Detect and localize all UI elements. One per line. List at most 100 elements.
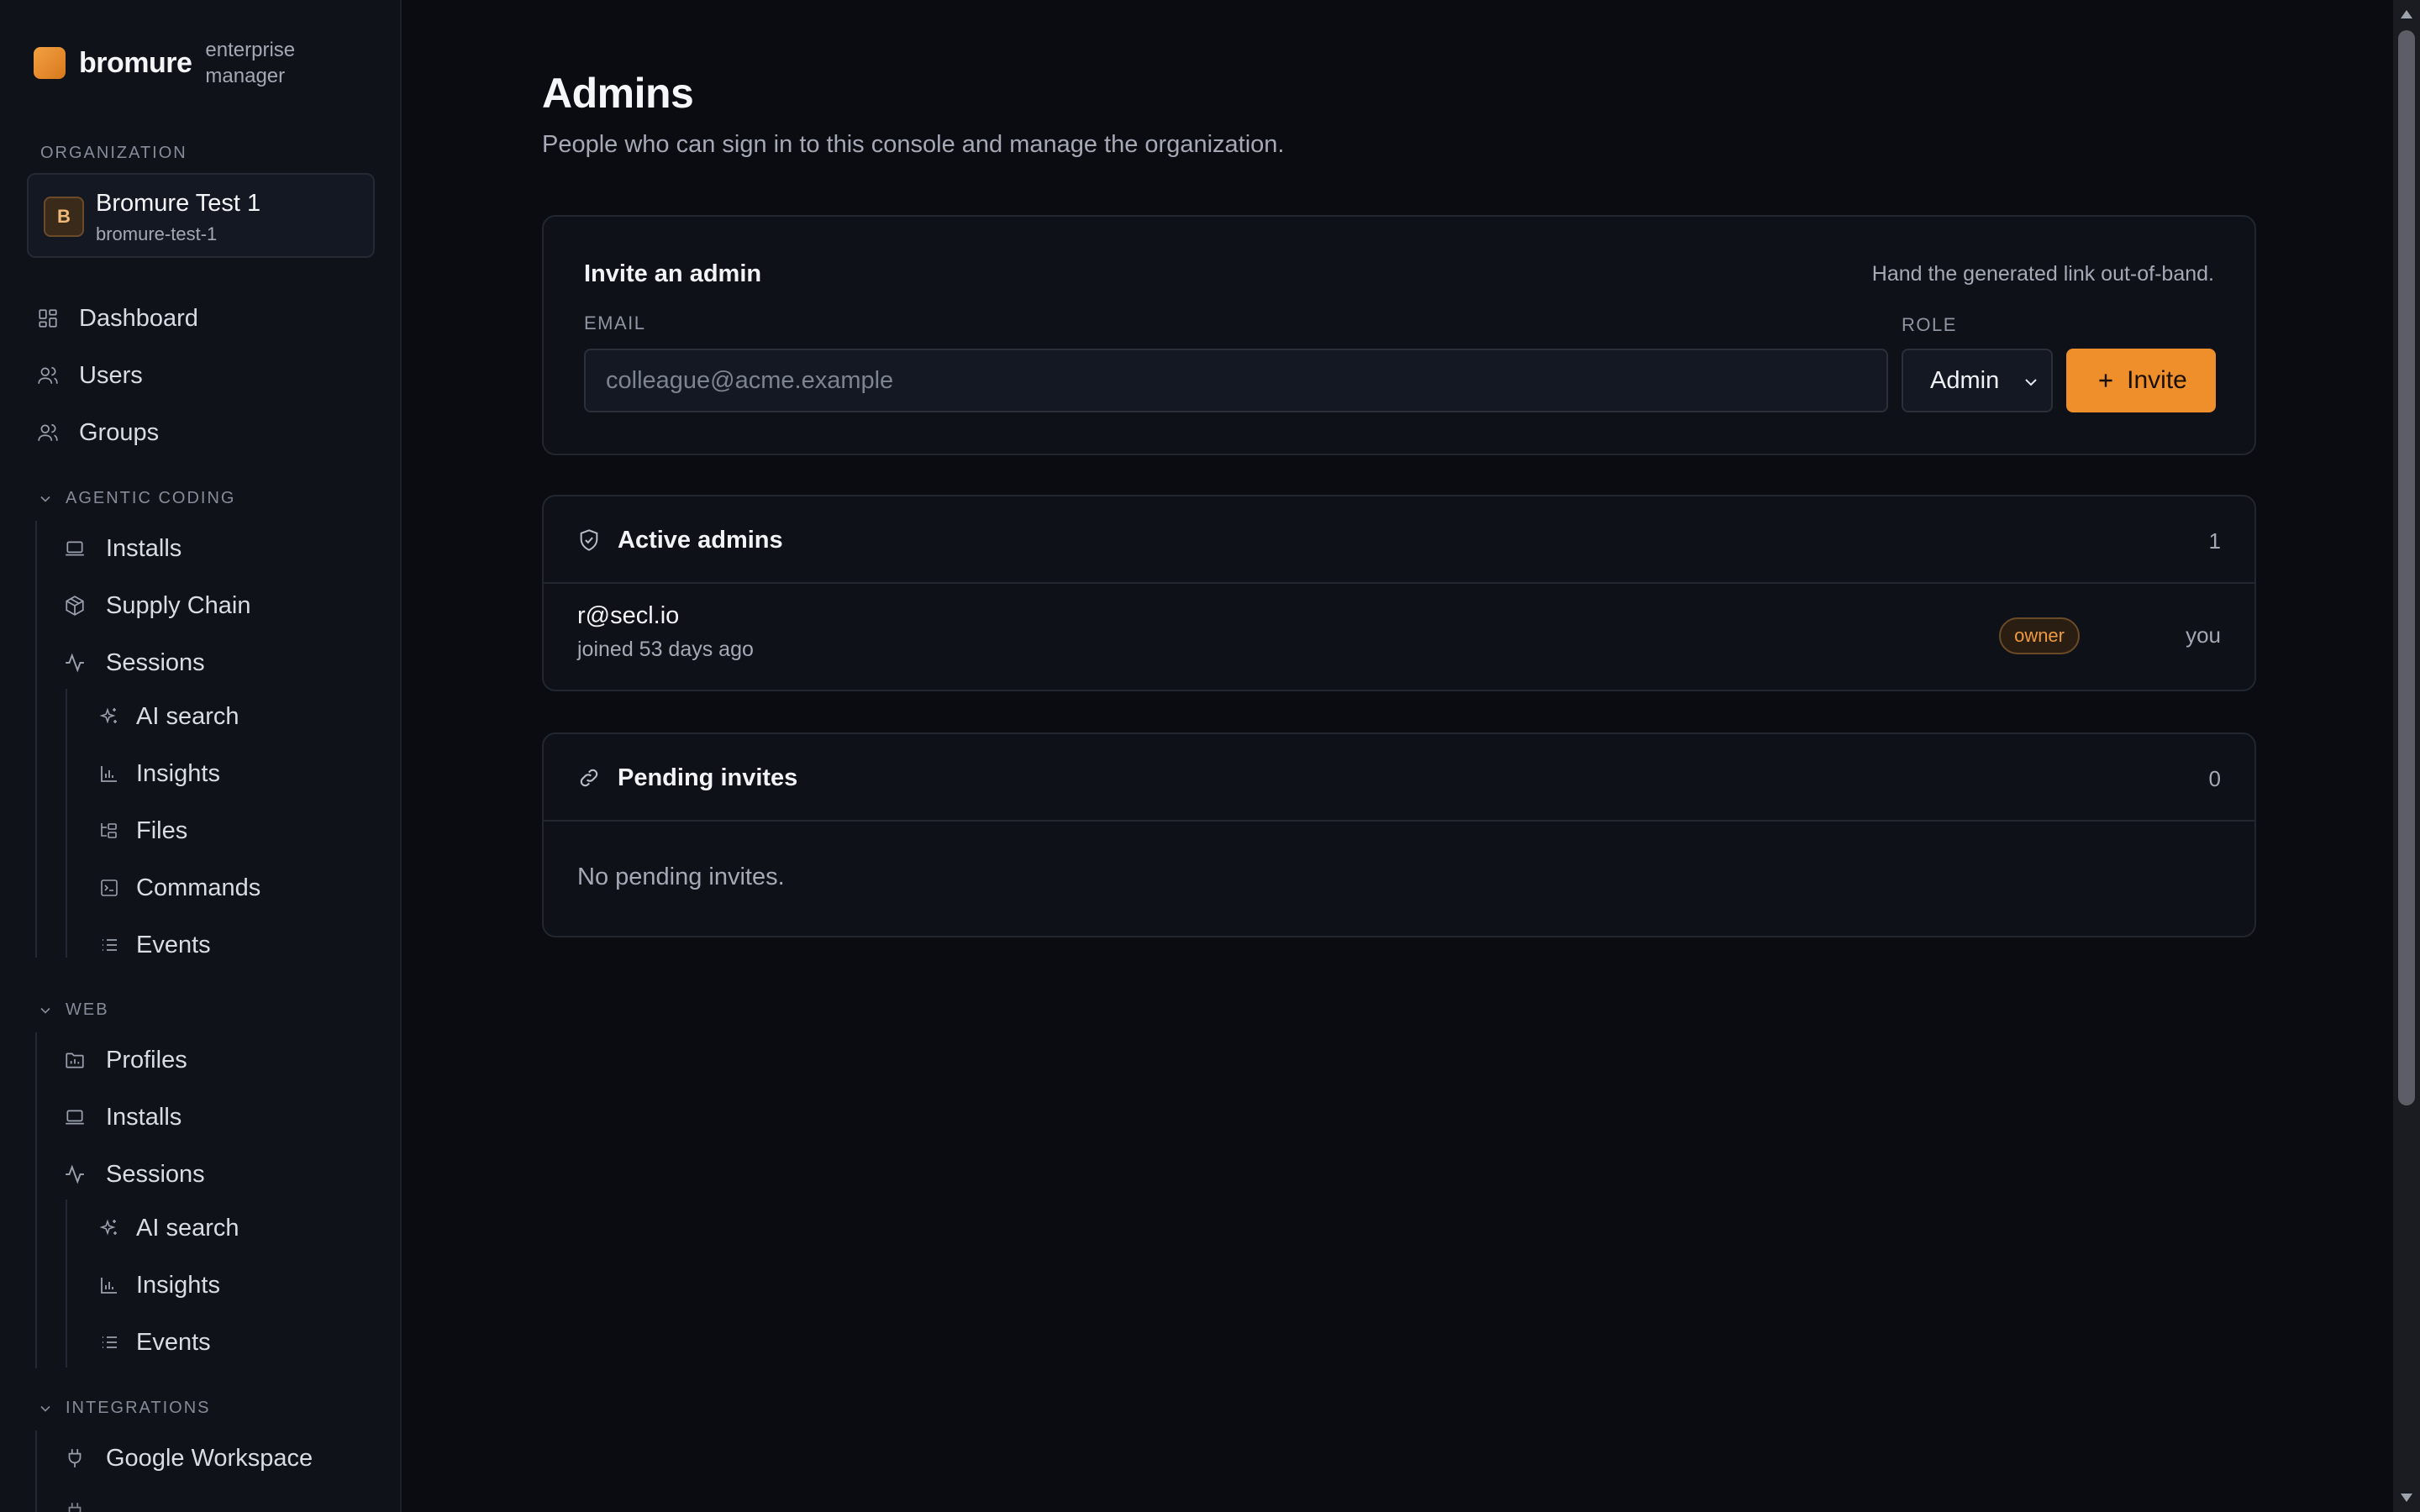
terminal-icon (99, 878, 119, 898)
bar-chart-icon (99, 1275, 119, 1295)
sidebar-item-label: Groups (79, 418, 160, 446)
invite-button[interactable]: Invite (2066, 349, 2216, 412)
sidebar-item-label: Insights (136, 1271, 220, 1299)
role-select[interactable]: Admin (1902, 349, 2053, 412)
list-icon (99, 935, 119, 955)
sidebar-item-label: Files (136, 816, 188, 844)
sidebar-item-agentic-ai-search[interactable]: AI search (99, 696, 239, 737)
activity-icon (64, 652, 86, 674)
users-icon (37, 365, 59, 386)
sidebar-item-label: Sessions (106, 648, 205, 676)
sidebar-item-label: Profiles (106, 1046, 187, 1074)
sidebar-item-web-events[interactable]: Events (99, 1322, 211, 1362)
sidebar-item-agentic-files[interactable]: Files (99, 811, 187, 851)
pending-invites-header: Pending invites 0 (544, 734, 2254, 822)
brand-logo (34, 47, 66, 79)
chevron-down-icon (37, 491, 54, 507)
sidebar-item-agentic-commands[interactable]: Commands (99, 868, 260, 908)
laptop-icon (64, 1106, 86, 1128)
tree-line (35, 1032, 37, 1368)
bar-chart-icon (99, 764, 119, 784)
scrollbar[interactable] (2393, 0, 2420, 1512)
active-admins-title: Active admins (618, 527, 783, 554)
role-select-value: Admin (1930, 366, 2000, 394)
folder-tree-icon (99, 821, 119, 841)
email-field[interactable] (584, 349, 1888, 412)
shield-check-icon (577, 528, 601, 552)
folder-profile-icon (64, 1049, 86, 1071)
group-header-web[interactable]: WEB (37, 1000, 109, 1020)
sidebar-item-dashboard[interactable]: Dashboard (37, 298, 198, 339)
pending-invites-empty: No pending invites. (577, 864, 785, 890)
active-admins-card: Active admins 1 r@secl.io joined 53 days… (542, 495, 2256, 691)
tree-line (35, 1431, 37, 1512)
group-header-label: INTEGRATIONS (66, 1399, 211, 1417)
sidebar-item-label: Events (136, 931, 211, 958)
role-field-label: ROLE (1902, 314, 1957, 335)
laptop-icon (64, 538, 86, 559)
brand-tagline: enterprise manager (205, 39, 296, 87)
sidebar-item-web-installs[interactable]: Installs (64, 1097, 182, 1137)
you-label: you (2186, 622, 2221, 648)
sidebar-item-google-workspace[interactable]: Google Workspace (64, 1438, 313, 1478)
sidebar-item-groups[interactable]: Groups (37, 412, 159, 453)
groups-icon (37, 422, 59, 444)
sidebar-item-label: Google Workspace (106, 1444, 313, 1472)
tree-line (35, 521, 37, 958)
plus-icon (2095, 370, 2117, 391)
sidebar-item-agentic-sessions[interactable]: Sessions (64, 643, 205, 683)
activity-icon (64, 1163, 86, 1185)
sidebar-item-label: AI search (136, 1214, 239, 1242)
sidebar-item-web-sessions[interactable]: Sessions (64, 1154, 205, 1194)
sparkles-icon (99, 706, 119, 727)
sidebar-item-users[interactable]: Users (37, 355, 143, 396)
sidebar-item-label: Users (79, 361, 143, 389)
group-header-label: AGENTIC CODING (66, 489, 236, 507)
sidebar-item-label: Installs (106, 1103, 182, 1131)
organization-name: Bromure Test 1 (96, 190, 261, 217)
sparkles-icon (99, 1218, 119, 1238)
chevron-down-icon (2021, 372, 2041, 392)
link-icon (577, 766, 601, 790)
plug-icon (64, 1447, 86, 1469)
invite-admin-card: Invite an admin Hand the generated link … (542, 215, 2256, 455)
brand-name: bromure (79, 46, 192, 79)
email-field-label: EMAIL (584, 312, 646, 333)
admin-email: r@secl.io (577, 602, 680, 629)
page-subtitle: People who can sign in to this console a… (542, 131, 1285, 158)
sidebar-item-web-profiles[interactable]: Profiles (64, 1040, 187, 1080)
organization-avatar: B (44, 197, 84, 237)
sidebar-item-label: Installs (106, 534, 182, 562)
sidebar-item-agentic-insights[interactable]: Insights (99, 753, 220, 794)
group-header-integrations[interactable]: INTEGRATIONS (37, 1399, 211, 1418)
chevron-down-icon (37, 1400, 54, 1417)
group-header-agentic-coding[interactable]: AGENTIC CODING (37, 489, 235, 508)
scrollbar-thumb[interactable] (2398, 30, 2415, 1105)
sidebar-item-web-insights[interactable]: Insights (99, 1265, 220, 1305)
sidebar-item-agentic-installs[interactable]: Installs (64, 528, 182, 569)
sidebar-item-label: Commands (136, 874, 261, 901)
organization-slug: bromure-test-1 (96, 223, 218, 244)
sidebar-item-cut-off[interactable] (64, 1492, 86, 1512)
organization-section-label: ORGANIZATION (40, 144, 187, 162)
pending-invites-title: Pending invites (618, 764, 798, 791)
invite-card-hint: Hand the generated link out-of-band. (1871, 262, 2214, 286)
plug-icon (64, 1501, 86, 1512)
package-icon (64, 595, 86, 617)
sidebar-item-web-ai-search[interactable]: AI search (99, 1208, 239, 1248)
dashboard-icon (37, 307, 59, 329)
page-title: Admins (542, 70, 694, 117)
sidebar: bromure enterprise manager ORGANIZATION … (0, 0, 402, 1512)
admin-joined: joined 53 days ago (577, 638, 754, 661)
invite-button-label: Invite (2127, 366, 2187, 394)
sidebar-item-label: Supply Chain (106, 591, 251, 619)
scroll-up-arrow[interactable] (2401, 10, 2412, 18)
pending-invites-count: 0 (2208, 766, 2221, 791)
scroll-down-arrow[interactable] (2401, 1494, 2412, 1502)
sidebar-item-label: Dashboard (79, 304, 198, 332)
brand[interactable]: bromure enterprise manager (34, 37, 323, 89)
sidebar-item-label: AI search (136, 702, 239, 730)
sidebar-item-agentic-events[interactable]: Events (99, 925, 211, 965)
organization-switcher[interactable]: B Bromure Test 1 bromure-test-1 (27, 173, 375, 258)
sidebar-item-agentic-supply-chain[interactable]: Supply Chain (64, 585, 251, 626)
